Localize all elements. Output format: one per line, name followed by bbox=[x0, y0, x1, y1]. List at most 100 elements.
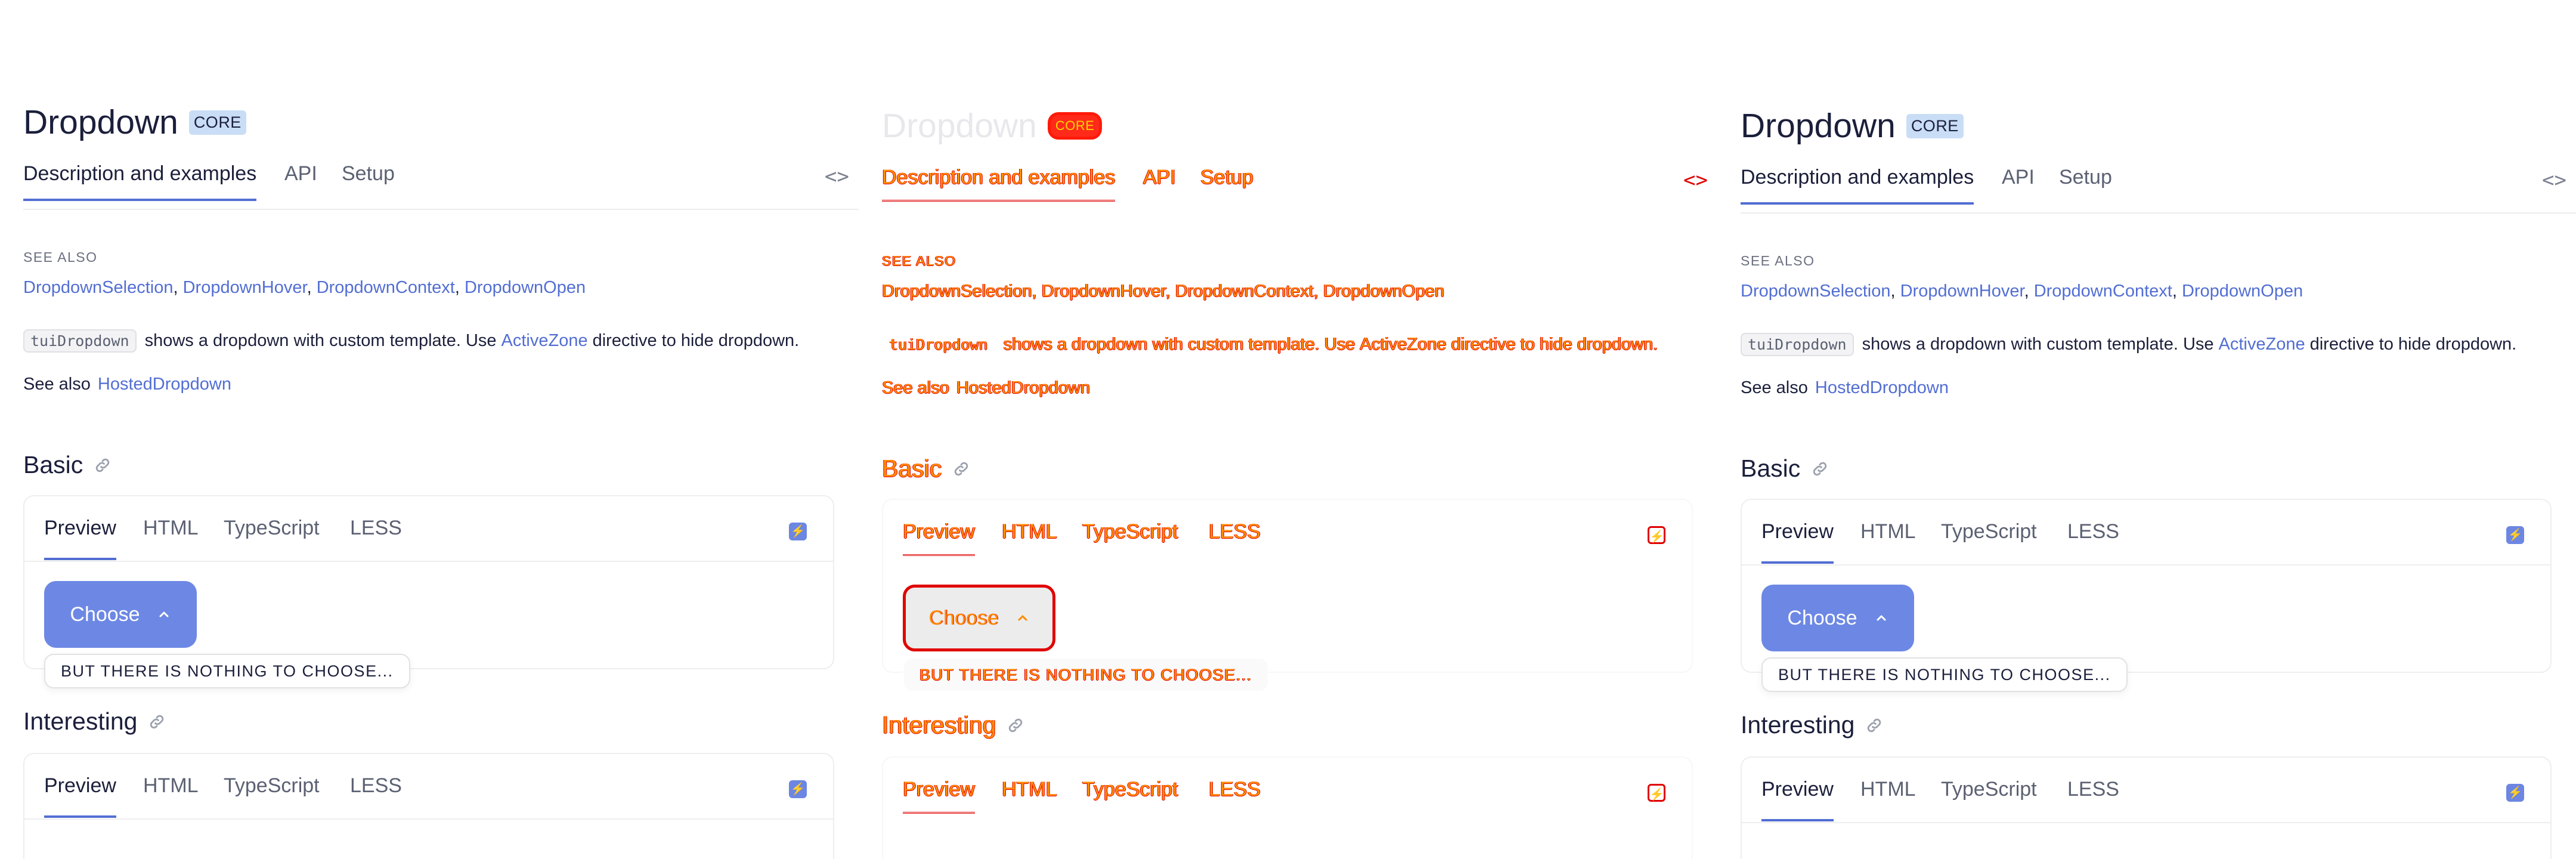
see-also-links: DropdownSelection, DropdownHover, Dropdo… bbox=[23, 278, 586, 298]
see-also-link-dropdown-open[interactable]: DropdownOpen bbox=[2182, 282, 2303, 301]
separator: , bbox=[2172, 282, 2182, 301]
tab-setup[interactable]: Setup bbox=[2059, 166, 2112, 202]
tab-api[interactable]: API bbox=[2002, 166, 2035, 202]
tab-html[interactable]: HTML bbox=[143, 774, 199, 815]
tab-typescript[interactable]: TypeScript bbox=[1082, 520, 1178, 561]
see-also-link-dropdown-selection[interactable]: DropdownSelection bbox=[1741, 282, 1890, 301]
dropdown-content: BUT THERE IS NOTHING TO CHOOSE... bbox=[1761, 657, 2128, 692]
code-icon[interactable]: <> bbox=[1683, 168, 1708, 192]
see-also-heading: SEE ALSO bbox=[23, 249, 98, 265]
stackblitz-icon[interactable]: ⚡ bbox=[789, 523, 807, 540]
see-also-links: DropdownSelection, DropdownHover, Dropdo… bbox=[882, 282, 1444, 301]
active-zone-link[interactable]: ActiveZone bbox=[501, 331, 588, 351]
section-title-basic: Basic bbox=[1741, 455, 1829, 483]
choose-button[interactable]: Choose bbox=[903, 585, 1055, 651]
link-icon[interactable] bbox=[94, 456, 112, 474]
choose-button[interactable]: Choose bbox=[44, 581, 197, 648]
tab-setup[interactable]: Setup bbox=[1200, 166, 1253, 202]
see-also-link-dropdown-open[interactable]: DropdownOpen bbox=[465, 278, 586, 297]
tab-preview[interactable]: Preview bbox=[44, 517, 116, 560]
see-also-heading: SEE ALSO bbox=[1741, 253, 1815, 268]
choose-button-label: Choose bbox=[1787, 606, 1857, 629]
page-title: Dropdown bbox=[882, 106, 1037, 145]
section-title-interesting: Interesting bbox=[882, 711, 1024, 739]
tab-api[interactable]: API bbox=[284, 162, 317, 199]
tab-less[interactable]: LESS bbox=[1209, 778, 1261, 819]
tab-description-and-examples[interactable]: Description and examples bbox=[1741, 166, 1974, 205]
separator: , bbox=[306, 278, 317, 297]
example-card-interesting: Preview HTML TypeScript LESS ⚡ bbox=[1741, 756, 2552, 859]
page-title: Dropdown bbox=[1741, 106, 1896, 145]
see-also-link-dropdown-hover[interactable]: DropdownHover bbox=[1042, 282, 1166, 301]
core-badge: CORE bbox=[188, 110, 246, 135]
tab-preview[interactable]: Preview bbox=[903, 778, 975, 814]
tab-typescript[interactable]: TypeScript bbox=[1082, 778, 1178, 819]
see-also-link-dropdown-context[interactable]: DropdownContext bbox=[2034, 282, 2172, 301]
tab-less[interactable]: LESS bbox=[2067, 520, 2119, 561]
tab-typescript[interactable]: TypeScript bbox=[224, 517, 320, 558]
tab-preview[interactable]: Preview bbox=[1761, 520, 1834, 564]
stackblitz-icon[interactable]: ⚡ bbox=[1648, 526, 1665, 544]
tab-less[interactable]: LESS bbox=[2067, 778, 2119, 819]
hosted-dropdown-link[interactable]: HostedDropdown bbox=[1815, 378, 1949, 397]
link-icon[interactable] bbox=[148, 713, 166, 731]
stackblitz-icon[interactable]: ⚡ bbox=[789, 780, 807, 798]
see-also-link-dropdown-hover[interactable]: DropdownHover bbox=[1900, 282, 2024, 301]
hosted-dropdown-link[interactable]: HostedDropdown bbox=[98, 375, 231, 394]
tab-preview[interactable]: Preview bbox=[903, 520, 975, 556]
stackblitz-icon[interactable]: ⚡ bbox=[2506, 526, 2524, 544]
stackblitz-icon[interactable]: ⚡ bbox=[1648, 784, 1665, 802]
tab-html[interactable]: HTML bbox=[143, 517, 199, 558]
stackblitz-icon[interactable]: ⚡ bbox=[2506, 784, 2524, 802]
choose-button-label: Choose bbox=[70, 602, 140, 626]
tab-html[interactable]: HTML bbox=[1860, 520, 1916, 561]
choose-button[interactable]: Choose bbox=[1761, 585, 1914, 651]
tab-typescript[interactable]: TypeScript bbox=[224, 774, 320, 815]
section-title-basic: Basic bbox=[23, 451, 112, 479]
example-card-basic: Preview HTML TypeScript LESS ⚡ Choose BU… bbox=[23, 495, 834, 688]
description-text-end: directive to hide dropdown. bbox=[2309, 335, 2517, 354]
hosted-dropdown-link[interactable]: HostedDropdown bbox=[956, 378, 1090, 397]
tab-description-and-examples[interactable]: Description and examples bbox=[23, 162, 257, 201]
see-also-link-dropdown-context[interactable]: DropdownContext bbox=[1175, 282, 1314, 301]
separator: , bbox=[1890, 282, 1900, 301]
code-icon[interactable]: <> bbox=[825, 165, 849, 189]
see-also-link-dropdown-hover[interactable]: DropdownHover bbox=[183, 278, 307, 297]
tab-html[interactable]: HTML bbox=[1002, 520, 1057, 561]
tab-preview[interactable]: Preview bbox=[44, 774, 116, 818]
tab-html[interactable]: HTML bbox=[1002, 778, 1057, 819]
tab-less[interactable]: LESS bbox=[350, 517, 402, 558]
tab-less[interactable]: LESS bbox=[350, 774, 402, 815]
tab-api[interactable]: API bbox=[1143, 166, 1176, 202]
active-zone-link[interactable]: ActiveZone bbox=[1360, 335, 1447, 354]
tab-less[interactable]: LESS bbox=[1209, 520, 1261, 561]
tab-html[interactable]: HTML bbox=[1860, 778, 1916, 819]
code-chip: tuiDropdown bbox=[889, 336, 988, 353]
tab-setup[interactable]: Setup bbox=[342, 162, 395, 199]
page-tabs: Description and examples API Setup <> bbox=[1741, 160, 2576, 214]
separator: , bbox=[1165, 282, 1175, 301]
tab-typescript[interactable]: TypeScript bbox=[1941, 520, 2037, 561]
link-icon[interactable] bbox=[952, 460, 970, 478]
example-tabs: Preview HTML TypeScript LESS ⚡ bbox=[24, 754, 833, 820]
description: tuiDropdown shows a dropdown with custom… bbox=[882, 333, 1658, 356]
core-badge: CORE bbox=[1047, 112, 1103, 140]
example-tabs: Preview HTML TypeScript LESS ⚡ bbox=[1742, 500, 2550, 566]
see-also-link-dropdown-open[interactable]: DropdownOpen bbox=[1323, 282, 1444, 301]
active-zone-link[interactable]: ActiveZone bbox=[2219, 335, 2305, 354]
code-chip: tuiDropdown bbox=[23, 329, 137, 353]
see-also-link-dropdown-context[interactable]: DropdownContext bbox=[317, 278, 455, 297]
tab-description-and-examples[interactable]: Description and examples bbox=[882, 166, 1116, 202]
tab-preview[interactable]: Preview bbox=[1761, 778, 1834, 821]
link-icon[interactable] bbox=[1865, 716, 1883, 734]
panel-actual: Dropdown CORE Description and examples A… bbox=[1717, 0, 2576, 859]
panel-expected: Dropdown CORE Description and examples A… bbox=[0, 0, 859, 859]
see-also-link-dropdown-selection[interactable]: DropdownSelection bbox=[23, 278, 173, 297]
link-icon[interactable] bbox=[1811, 460, 1829, 478]
description: tuiDropdown shows a dropdown with custom… bbox=[1741, 333, 2516, 356]
see-also-link-dropdown-selection[interactable]: DropdownSelection bbox=[882, 282, 1032, 301]
tab-typescript[interactable]: TypeScript bbox=[1941, 778, 2037, 819]
link-icon[interactable] bbox=[1007, 716, 1024, 734]
code-icon[interactable]: <> bbox=[2542, 168, 2566, 192]
example-tabs: Preview HTML TypeScript LESS ⚡ bbox=[1742, 758, 2550, 823]
